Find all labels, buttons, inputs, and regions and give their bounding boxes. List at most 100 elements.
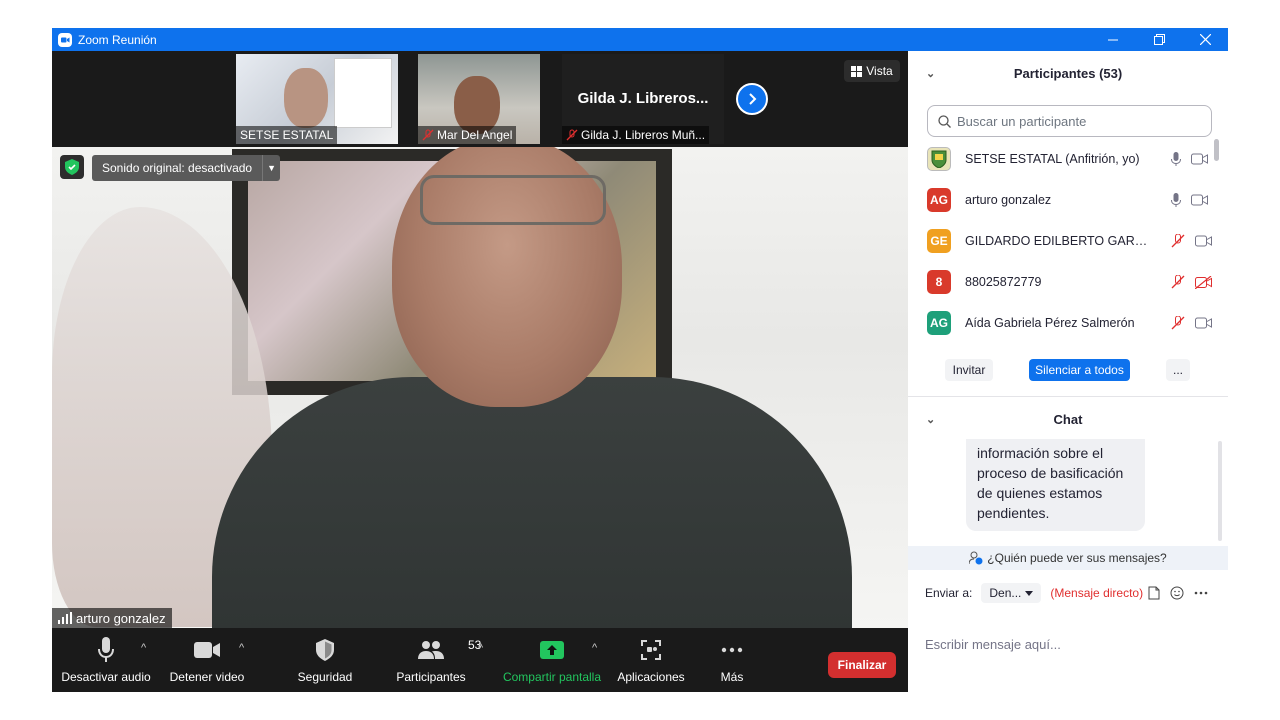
chat-actions [1148, 586, 1208, 600]
video-camera-icon [1191, 194, 1208, 206]
microphone-icon [1171, 193, 1181, 207]
window-title: Zoom Reunión [78, 32, 157, 47]
participant-row[interactable]: AG arturo gonzalez [927, 186, 1217, 214]
original-sound-dropdown[interactable]: Sonido original: desactivado ▼ [92, 155, 281, 181]
title-bar: Zoom Reunión [52, 28, 1228, 51]
participant-search-input[interactable]: Buscar un participante [927, 105, 1212, 137]
participant-thumbnail[interactable]: SETSE ESTATAL [236, 54, 398, 144]
security-button[interactable]: Seguridad [296, 636, 354, 684]
avatar [927, 147, 951, 171]
participant-thumbnail[interactable]: Gilda J. Libreros... Gilda J. Libreros M… [562, 54, 724, 144]
avatar: GE [927, 229, 951, 253]
chat-scrollbar[interactable] [1218, 441, 1222, 541]
file-icon[interactable] [1148, 586, 1160, 600]
speaker-name-label: arturo gonzalez [52, 608, 172, 628]
participant-row[interactable]: AG Aída Gabriela Pérez Salmerón [927, 309, 1217, 337]
thumbnail-name-label: Gilda J. Libreros Muñ... [562, 126, 710, 144]
collapse-chevron-icon[interactable]: ⌄ [926, 413, 935, 426]
stop-video-button[interactable]: Detener video [168, 636, 246, 684]
more-dots-icon[interactable] [1194, 591, 1208, 595]
more-dots-icon [721, 647, 743, 653]
invite-button[interactable]: Invitar [945, 359, 993, 381]
participants-title: Participantes (53) [1013, 65, 1123, 81]
chevron-right-icon [749, 93, 757, 105]
mic-muted-icon [1171, 316, 1185, 330]
video-camera-icon [1195, 235, 1212, 247]
microphone-icon [98, 637, 114, 662]
video-options-caret[interactable]: ^ [239, 642, 244, 654]
restore-button[interactable] [1136, 28, 1182, 51]
apps-icon [641, 640, 661, 660]
chevron-down-icon[interactable]: ▼ [262, 155, 280, 181]
minimize-icon [1108, 39, 1118, 40]
chat-title: Chat [1053, 411, 1083, 427]
gallery-strip: SETSE ESTATAL Mar Del Angel Gilda J. Lib… [52, 51, 908, 147]
zoom-window: Zoom Reunión SETSE ESTATAL Mar Del Angel… [52, 28, 1228, 692]
participants-icon [418, 641, 444, 659]
who-can-see-label: ¿Quién puede ver sus mensajes? [987, 551, 1167, 565]
participants-more-button[interactable]: ... [1166, 359, 1190, 381]
more-label: Más [720, 670, 744, 684]
participant-row[interactable]: SETSE ESTATAL (Anfitrión, yo) [927, 145, 1217, 173]
close-icon [1199, 34, 1211, 45]
apps-button[interactable]: Aplicaciones [616, 636, 686, 684]
participant-name: Aída Gabriela Pérez Salmerón [965, 316, 1135, 330]
audio-options-caret[interactable]: ^ [141, 642, 146, 654]
emoji-icon[interactable] [1170, 586, 1184, 600]
next-page-button[interactable] [736, 83, 768, 115]
minimize-button[interactable] [1090, 28, 1136, 51]
shield-check-icon [65, 159, 79, 175]
security-label: Seguridad [297, 670, 353, 684]
share-screen-icon [540, 641, 564, 659]
direct-message-label: (Mensaje directo) [1050, 586, 1144, 600]
end-meeting-button[interactable]: Finalizar [828, 652, 896, 678]
mic-muted-icon [566, 129, 578, 141]
close-window-button[interactable] [1182, 28, 1228, 51]
send-to-row: Enviar a: Den... (Mensaje directo) [925, 581, 1143, 605]
avatar: 8 [927, 270, 951, 294]
participant-name: GILDARDO EDILBERTO GARCIA ... [965, 234, 1155, 248]
view-button[interactable]: Vista [844, 60, 900, 82]
avatar: AG [927, 188, 951, 212]
who-can-see-link[interactable]: ¿Quién puede ver sus mensajes? [908, 546, 1228, 570]
participants-scrollbar[interactable] [1214, 139, 1219, 161]
shared-screen-preview [334, 58, 392, 128]
side-panel: ⌄ Participantes (53) Buscar un participa… [908, 51, 1228, 692]
shield-icon [316, 639, 334, 661]
mic-muted-icon [1171, 234, 1185, 248]
participant-thumbnail[interactable]: Mar Del Angel [418, 54, 540, 144]
video-area: SETSE ESTATAL Mar Del Angel Gilda J. Lib… [52, 51, 908, 628]
zoom-logo-icon [58, 32, 72, 47]
thumbnail-name-label: SETSE ESTATAL [236, 126, 338, 144]
share-options-caret[interactable]: ^ [592, 642, 597, 654]
chevron-down-icon [1025, 590, 1034, 596]
search-icon [938, 114, 951, 128]
thumbnail-name-label: Mar Del Angel [418, 126, 517, 144]
mic-muted-icon [1171, 275, 1185, 289]
grid-view-icon [851, 65, 863, 77]
recipient-dropdown[interactable]: Den... [981, 583, 1042, 603]
avatar: AG [927, 311, 951, 335]
search-placeholder: Buscar un participante [957, 113, 1087, 129]
mute-all-button[interactable]: Silenciar a todos [1029, 359, 1130, 381]
collapse-chevron-icon[interactable]: ⌄ [926, 67, 935, 80]
restore-icon [1153, 34, 1165, 45]
person-info-icon [969, 551, 983, 565]
encryption-shield-button[interactable] [60, 155, 84, 179]
send-to-label: Enviar a: [925, 586, 973, 600]
mute-audio-button[interactable]: Desactivar audio [61, 636, 151, 684]
participants-options-caret[interactable]: ^ [478, 642, 483, 654]
video-camera-icon [1195, 317, 1212, 329]
video-off-icon [1195, 275, 1212, 289]
more-options-button[interactable]: Más [714, 636, 750, 684]
participant-face [284, 68, 328, 128]
apps-label: Aplicaciones [617, 670, 685, 684]
share-screen-button[interactable]: Compartir pantalla [502, 636, 602, 684]
speaker-glasses [420, 175, 606, 225]
participants-button[interactable]: 53 Participantes [394, 636, 481, 684]
participants-header: ⌄ Participantes (53) [908, 51, 1228, 95]
chat-message-input[interactable]: Escribir mensaje aquí... [925, 637, 1061, 652]
mic-muted-icon [422, 129, 434, 141]
participant-row[interactable]: 8 88025872779 [927, 268, 1217, 296]
participant-row[interactable]: GE GILDARDO EDILBERTO GARCIA ... [927, 227, 1217, 255]
